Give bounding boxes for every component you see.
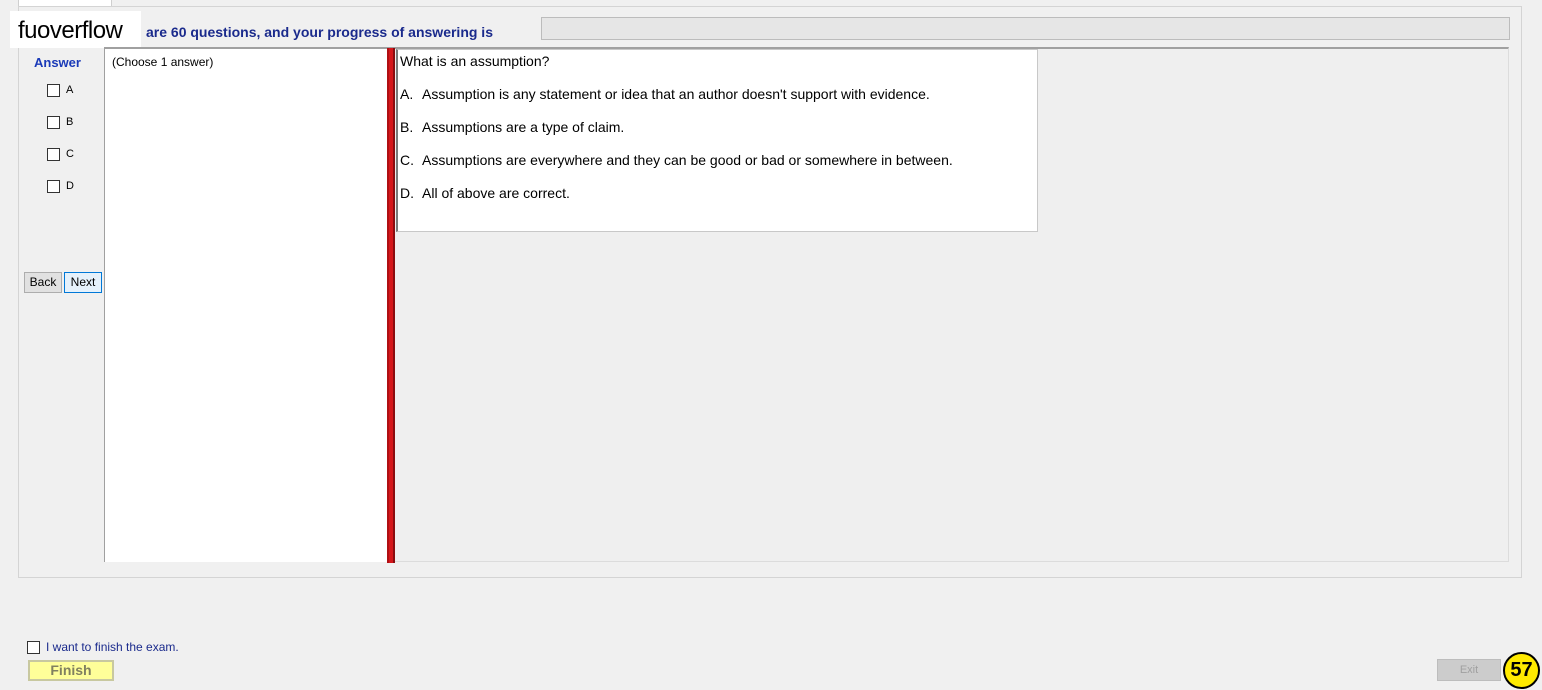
choice-b: B. Assumptions are a type of claim. [400, 119, 624, 135]
answer-option-b[interactable]: B [47, 115, 73, 129]
instruction-pane: (Choose 1 answer) [104, 49, 388, 562]
brand-watermark: fuoverflow [10, 11, 141, 48]
finish-exam-label[interactable]: I want to finish the exam. [46, 640, 179, 654]
choice-text: Assumptions are a type of claim. [422, 119, 625, 135]
answer-option-label: A [66, 84, 74, 96]
choice-letter: D. [400, 185, 414, 201]
answer-checkbox-d[interactable] [47, 179, 60, 193]
finish-exam-toggle[interactable]: I want to finish the exam. [27, 640, 179, 654]
progress-text: are 60 questions, and your progress of a… [146, 24, 493, 40]
page-number-badge: 57 [1503, 652, 1540, 689]
finish-exam-checkbox[interactable] [27, 640, 40, 654]
finish-button[interactable]: Finish [28, 660, 114, 681]
back-button[interactable]: Back [24, 272, 62, 293]
choice-c: C. Assumptions are everywhere and they ca… [400, 152, 953, 168]
answer-heading: Answer [34, 55, 81, 70]
answer-option-label: C [66, 148, 74, 160]
choice-text: Assumption is any statement or idea that… [422, 86, 930, 102]
choice-text: Assumptions are everywhere and they can … [422, 152, 953, 168]
answer-checkbox-c[interactable] [47, 147, 60, 161]
question-text: What is an assumption? [400, 53, 550, 69]
answer-option-a[interactable]: A [47, 83, 73, 97]
choose-hint: (Choose 1 answer) [112, 55, 214, 69]
answer-option-label: B [66, 116, 74, 128]
question-box: What is an assumption? A. Assumption is a… [396, 49, 1038, 232]
progress-bar [541, 17, 1510, 40]
choice-letter: A. [400, 86, 414, 102]
exit-button[interactable]: Exit [1437, 659, 1501, 681]
choice-text: All of above are correct. [422, 185, 570, 201]
answer-option-c[interactable]: C [47, 147, 74, 161]
answer-option-label: D [66, 180, 74, 192]
pane-splitter[interactable] [387, 48, 395, 563]
choice-letter: C. [400, 152, 414, 168]
answer-checkbox-a[interactable] [47, 83, 60, 97]
choice-d: D. All of above are correct. [400, 185, 570, 201]
choice-letter: B. [400, 119, 414, 135]
next-button[interactable]: Next [64, 272, 102, 293]
answer-checkbox-b[interactable] [47, 115, 60, 129]
answer-option-d[interactable]: D [47, 179, 74, 193]
choice-a: A. Assumption is any statement or idea th… [400, 86, 930, 102]
